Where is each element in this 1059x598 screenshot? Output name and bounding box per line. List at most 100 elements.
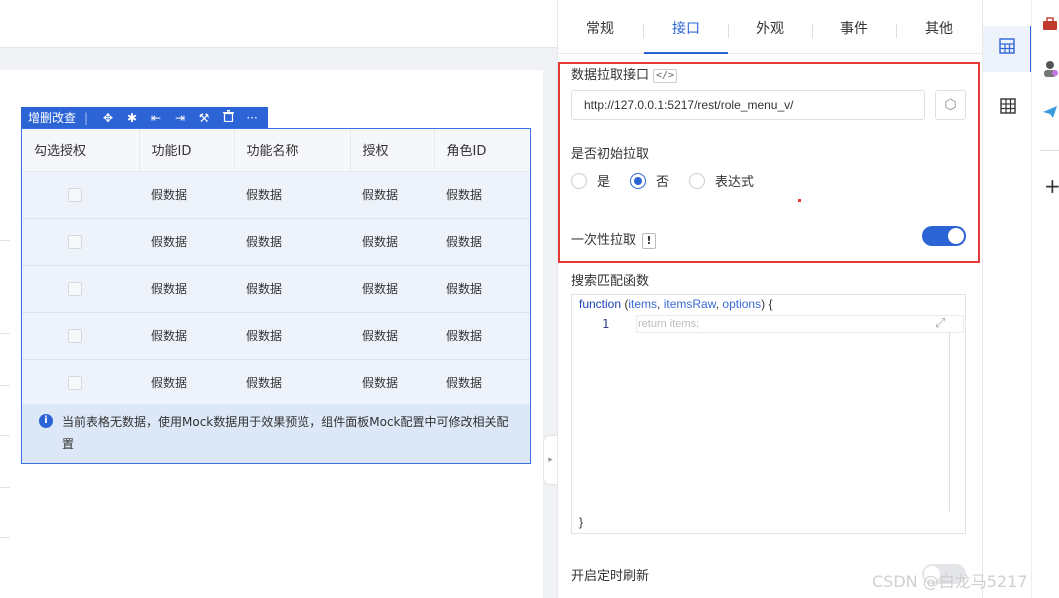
table-cell: 假数据 <box>350 218 434 266</box>
initial-fetch-radio-group: 是 否 表达式 <box>571 171 774 190</box>
table-cell: 假数据 <box>139 265 234 313</box>
tab-appearance[interactable]: 外观 <box>728 18 812 54</box>
mock-notice-text: 当前表格无数据，使用Mock数据用于效果预览，组件面板Mock配置中可修改相关配… <box>62 415 509 451</box>
auto-refresh-label: 开启定时刷新 <box>571 569 650 584</box>
table-settings-icon[interactable] <box>983 26 1032 72</box>
radio-no[interactable]: 否 <box>630 171 669 190</box>
table-header-row: 勾选授权 功能ID 功能名称 授权 角色ID <box>22 129 530 172</box>
tab-events[interactable]: 事件 <box>812 18 896 54</box>
table-cell: 假数据 <box>139 218 234 266</box>
row-checkbox[interactable] <box>68 281 82 296</box>
toolbox-icon[interactable] <box>1042 16 1059 34</box>
align-right-icon[interactable]: ⇥ <box>168 111 192 125</box>
divider <box>0 487 10 488</box>
line-number: 1 <box>602 317 610 331</box>
more-icon[interactable]: ··· <box>240 111 264 125</box>
tab-general[interactable]: 常规 <box>558 18 642 54</box>
radio-dot[interactable] <box>571 172 587 189</box>
toolbar-separator: | <box>84 110 89 125</box>
divider <box>0 435 10 436</box>
radio-dot[interactable] <box>630 172 647 189</box>
table-cell <box>22 359 139 407</box>
radio-yes[interactable]: 是 <box>571 171 610 190</box>
table-cell <box>22 265 139 313</box>
radio-label: 否 <box>656 175 670 190</box>
row-checkbox[interactable] <box>68 187 82 202</box>
table-cell: 假数据 <box>434 359 530 407</box>
column-header[interactable]: 角色ID <box>434 129 530 172</box>
table-cell: 假数据 <box>434 312 530 360</box>
send-icon[interactable] <box>1042 104 1059 122</box>
table-cell: 假数据 <box>434 171 530 219</box>
column-header[interactable]: 授权 <box>350 129 435 172</box>
table-cell: 假数据 <box>234 265 350 313</box>
align-left-icon[interactable]: ⇤ <box>144 111 168 125</box>
trash-icon[interactable] <box>216 110 240 125</box>
table-cell <box>22 218 139 266</box>
panel-collapse-handle[interactable]: ▸ <box>543 435 557 485</box>
expand-icon[interactable]: ⤢ <box>935 316 945 331</box>
radio-expression[interactable]: 表达式 <box>689 171 754 190</box>
column-header[interactable]: 勾选授权 <box>22 129 140 172</box>
right-rail <box>982 0 1032 598</box>
user-icon[interactable] <box>1042 60 1059 78</box>
function-keyword: function <box>579 297 622 311</box>
row-checkbox[interactable] <box>68 375 82 390</box>
component-name[interactable]: 增删改查 <box>28 109 76 126</box>
bug-icon[interactable]: ✱ <box>120 111 144 125</box>
canvas-top-bar <box>0 0 557 48</box>
table-grid-icon[interactable] <box>983 86 1032 132</box>
param-name: options <box>722 297 762 311</box>
row-checkbox[interactable] <box>68 234 82 249</box>
move-icon[interactable]: ✥ <box>96 111 120 125</box>
hexagon-icon: ⬡ <box>944 97 957 113</box>
divider <box>0 537 10 538</box>
row-checkbox[interactable] <box>68 328 82 343</box>
function-signature: function (items, itemsRaw, options) { <box>579 297 773 311</box>
table-cell: 假数据 <box>350 359 434 407</box>
table-cell: 假数据 <box>234 359 350 407</box>
code-editor[interactable]: function (items, itemsRaw, options) { 1 … <box>571 294 966 534</box>
api-url-input[interactable]: http://127.0.0.1:5217/rest/role_menu_v/ <box>571 90 925 120</box>
one-time-fetch-label: 一次性拉取 <box>571 233 637 248</box>
add-icon[interactable]: + <box>1044 174 1059 198</box>
closing-brace: } <box>579 515 584 529</box>
column-header[interactable]: 功能名称 <box>234 129 351 172</box>
api-settings-button[interactable]: ⬡ <box>935 90 966 120</box>
tab-api[interactable]: 接口 <box>644 18 728 54</box>
table-row: 假数据 假数据 假数据 假数据 <box>22 171 530 219</box>
crud-table: 勾选授权 功能ID 功能名称 授权 角色ID 假数据 假数据 假数据 假数据 假… <box>21 128 531 464</box>
table-cell: 假数据 <box>139 359 234 407</box>
table-cell: 假数据 <box>434 218 530 266</box>
divider <box>0 333 10 334</box>
radio-label: 是 <box>597 175 611 190</box>
divider <box>1040 150 1059 151</box>
column-header[interactable]: 功能ID <box>139 129 235 172</box>
table-cell: 假数据 <box>350 312 434 360</box>
table-cell: 假数据 <box>139 312 234 360</box>
info-icon: i <box>39 414 53 428</box>
param-name: items <box>628 297 658 311</box>
table-row: 假数据 假数据 假数据 假数据 <box>22 359 530 407</box>
fetch-api-label: 数据拉取接口 <box>571 68 650 83</box>
component-toolbar: 增删改查 | ✥ ✱ ⇤ ⇥ ⚒ ··· <box>21 107 268 128</box>
table-cell <box>22 171 139 219</box>
table-cell <box>22 312 139 360</box>
code-input-line[interactable]: return items; <box>636 315 964 333</box>
table-cell: 假数据 <box>350 265 434 313</box>
tab-other[interactable]: 其他 <box>897 18 981 54</box>
code-icon[interactable]: </> <box>653 68 678 83</box>
one-time-fetch-toggle[interactable] <box>922 226 966 246</box>
radio-label: 表达式 <box>715 175 755 190</box>
exclamation-icon[interactable]: ! <box>642 232 657 249</box>
hammer-icon[interactable]: ⚒ <box>192 111 216 125</box>
table-cell: 假数据 <box>139 171 234 219</box>
fetch-api-field: 数据拉取接口 </> <box>571 64 678 83</box>
table-cell: 假数据 <box>434 265 530 313</box>
watermark: CSDN @白龙马5217 <box>872 572 1028 591</box>
table-row: 假数据 假数据 假数据 假数据 <box>22 312 530 360</box>
divider <box>0 240 10 241</box>
editor-scrollbar[interactable] <box>949 333 950 511</box>
far-right-toolbar: + <box>1031 0 1059 598</box>
radio-dot[interactable] <box>689 172 706 189</box>
